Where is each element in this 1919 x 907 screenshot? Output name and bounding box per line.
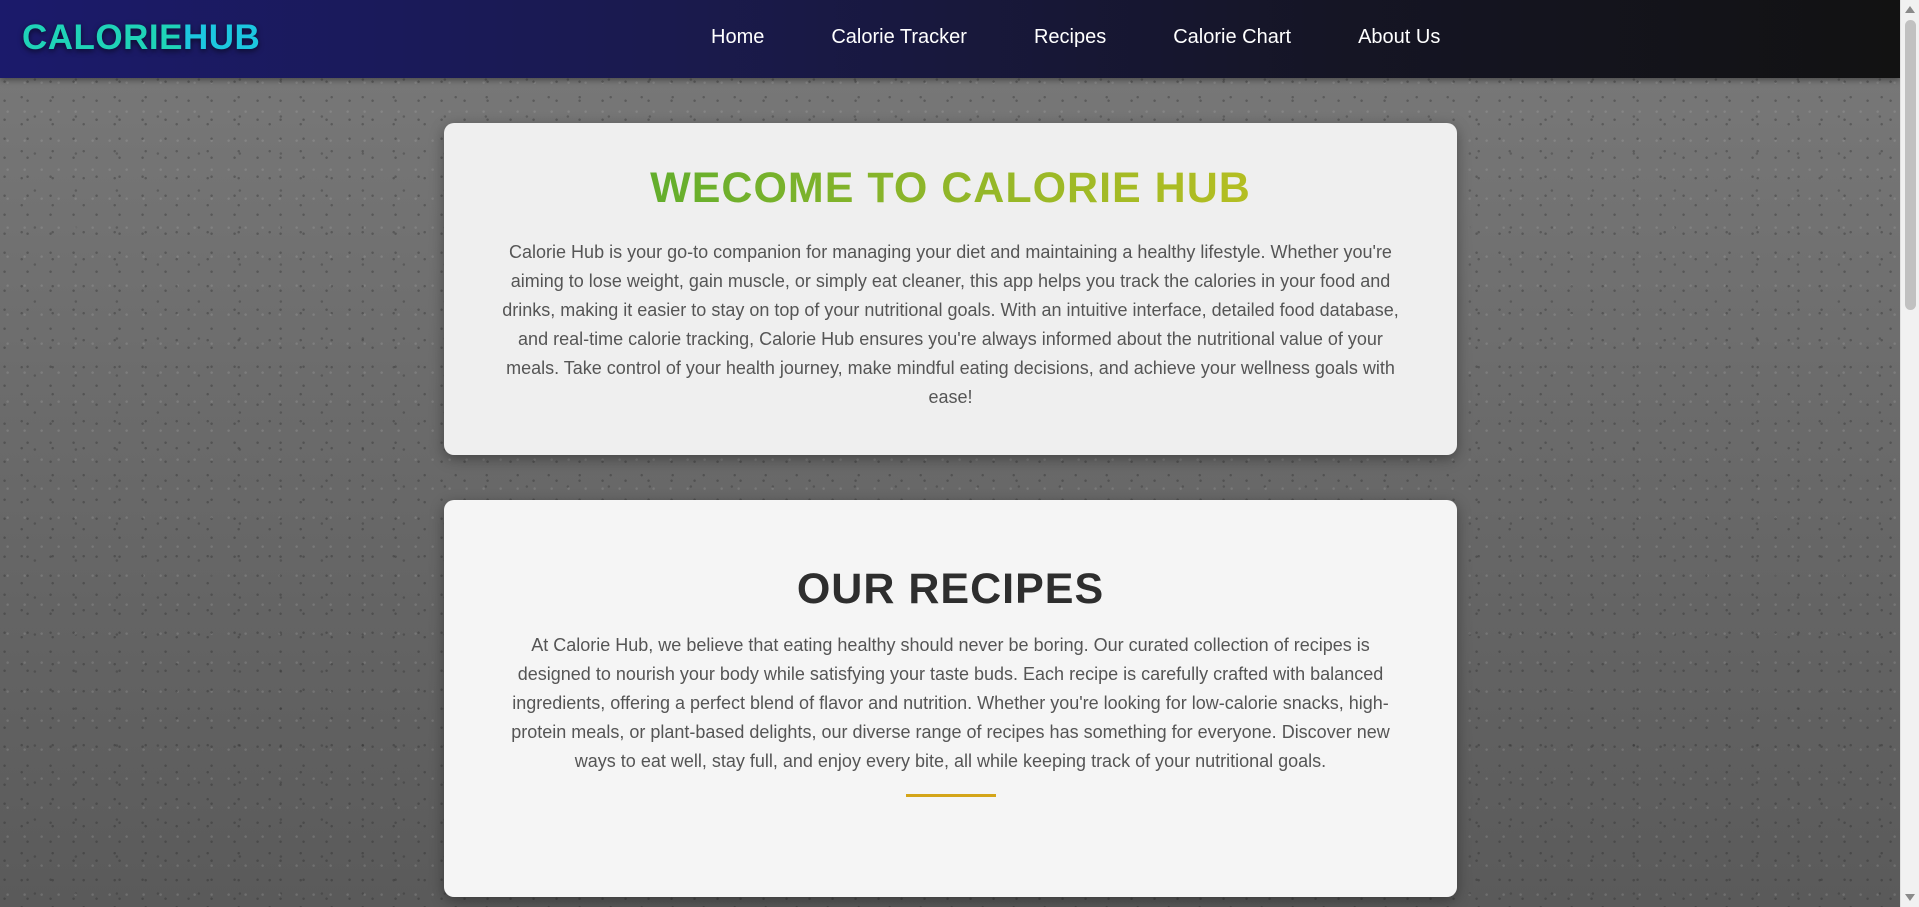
welcome-description: Calorie Hub is your go-to companion for … [502, 242, 1399, 408]
logo-text-calorie: CALORIE [22, 18, 183, 57]
nav-link-home[interactable]: Home [711, 26, 764, 49]
section-divider [905, 794, 996, 798]
recipes-description: At Calorie Hub, we believe that eating h… [511, 635, 1390, 772]
nav-link-about-us[interactable]: About Us [1358, 26, 1440, 49]
welcome-title: WECOME TO CALORIE HUB [500, 164, 1401, 212]
nav-link-calorie-tracker[interactable]: Calorie Tracker [831, 26, 967, 49]
recipes-title: OUR RECIPES [796, 565, 1105, 613]
nav-link-calorie-chart[interactable]: Calorie Chart [1173, 26, 1291, 49]
scroll-down-arrow-icon[interactable] [1905, 894, 1915, 901]
nav-link-recipes[interactable]: Recipes [1034, 26, 1106, 49]
welcome-card: WECOME TO CALORIE HUB Calorie Hub is you… [444, 123, 1457, 455]
site-logo[interactable]: CALORIEHUB [22, 18, 260, 58]
recipes-card: OUR RECIPES At Calorie Hub, we believe t… [444, 500, 1457, 897]
logo-text-hub: HUB [183, 18, 261, 57]
scroll-up-arrow-icon[interactable] [1905, 6, 1915, 13]
page-scrollbar[interactable] [1900, 0, 1919, 907]
main-nav: Home Calorie Tracker Recipes Calorie Cha… [711, 26, 1440, 49]
scrollbar-thumb[interactable] [1905, 20, 1916, 310]
top-navbar: CALORIEHUB Home Calorie Tracker Recipes … [0, 0, 1900, 78]
